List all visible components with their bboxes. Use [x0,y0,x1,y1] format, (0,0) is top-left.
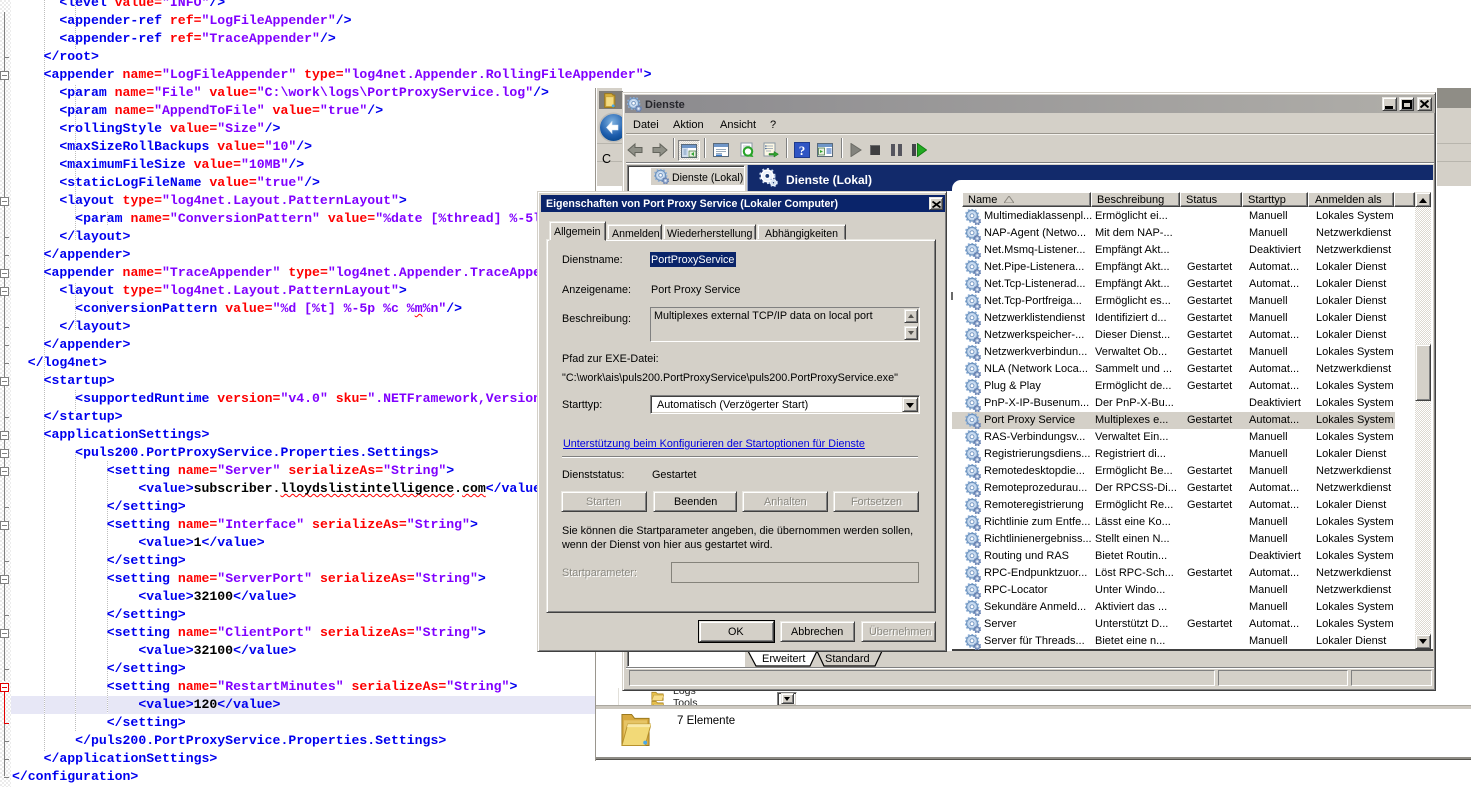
svg-text:?: ? [799,143,806,158]
